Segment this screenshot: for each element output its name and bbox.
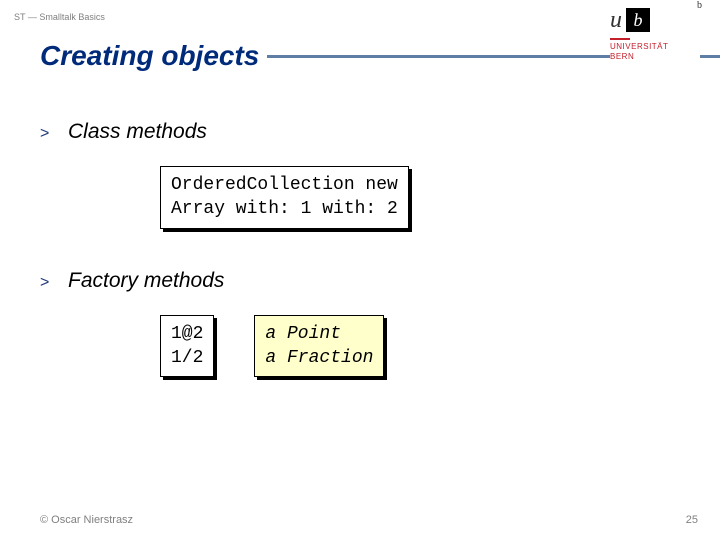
code-box: OrderedCollection new Array with: 1 with…	[160, 166, 409, 229]
code-row: OrderedCollection new Array with: 1 with…	[160, 166, 720, 229]
header: ST — Smalltalk Basics u b b UNIVERSITÄT …	[0, 0, 720, 80]
code-box: 1@2 1/2	[160, 315, 214, 378]
code-content: 1@2 1/2	[160, 315, 214, 378]
chevron-icon: >	[40, 274, 68, 292]
logo-bar	[610, 38, 630, 40]
logo-sup: b	[697, 0, 702, 11]
university-logo: u b b UNIVERSITÄT BERN	[610, 8, 700, 65]
code-box-result: a Point a Fraction	[254, 315, 384, 378]
section-heading-row: > Factory methods	[40, 269, 720, 293]
section-heading: Factory methods	[68, 269, 224, 293]
logo-b: b	[626, 8, 650, 32]
logo-line2: BERN	[610, 52, 700, 62]
logo-line1: UNIVERSITÄT	[610, 42, 700, 52]
code-content: a Point a Fraction	[254, 315, 384, 378]
footer: © Oscar Nierstrasz 25	[0, 514, 720, 526]
section-heading-row: > Class methods	[40, 120, 720, 144]
code-row: 1@2 1/2 a Point a Fraction	[160, 315, 720, 378]
content: > Class methods OrderedCollection new Ar…	[0, 80, 720, 377]
section-heading: Class methods	[68, 120, 207, 144]
page-number: 25	[686, 514, 698, 526]
page-title: Creating objects	[0, 40, 259, 72]
copyright: © Oscar Nierstrasz	[40, 514, 133, 526]
logo-u: u	[610, 8, 622, 32]
chevron-icon: >	[40, 125, 68, 143]
code-content: OrderedCollection new Array with: 1 with…	[160, 166, 409, 229]
